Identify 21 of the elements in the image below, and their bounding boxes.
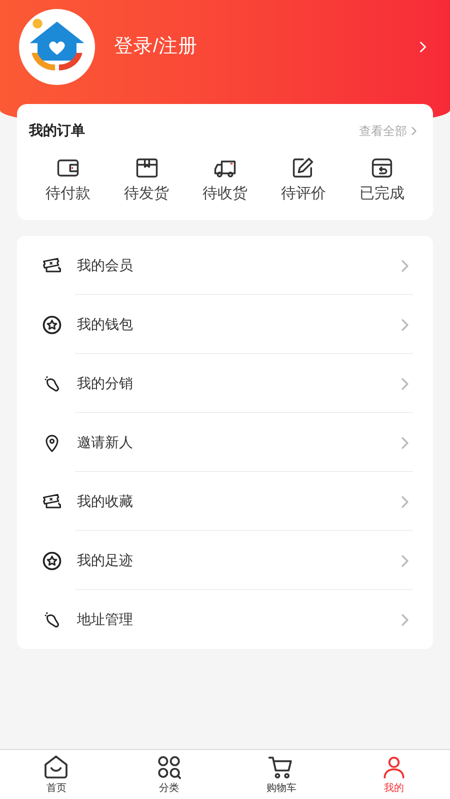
tab-bar-item[interactable]: 我的 bbox=[338, 750, 450, 799]
menu-item[interactable]: 我的分销 bbox=[17, 354, 433, 413]
star-circle-icon bbox=[41, 550, 63, 572]
star-circle-icon bbox=[41, 314, 63, 336]
tab-bar-item[interactable]: 首页 bbox=[0, 750, 112, 799]
menu-item[interactable]: 邀请新人 bbox=[17, 413, 433, 472]
tab-bar-item[interactable]: 购物车 bbox=[225, 750, 338, 799]
tab-bar-item[interactable]: 分类 bbox=[112, 750, 225, 799]
menu-item[interactable]: 我的收藏 bbox=[17, 472, 433, 531]
menu-item[interactable]: 地址管理 bbox=[17, 590, 433, 649]
menu-item[interactable]: 我的钱包 bbox=[17, 295, 433, 354]
menu-item[interactable]: 我的足迹 bbox=[17, 531, 433, 590]
home-icon bbox=[42, 753, 70, 781]
order-status-button[interactable]: 已完成 bbox=[342, 155, 421, 206]
orders-title: 我的订单 bbox=[29, 121, 85, 140]
order-status-button[interactable]: 待发货 bbox=[107, 155, 186, 206]
menu-item[interactable]: 我的会员 bbox=[17, 236, 433, 295]
order-status-button[interactable]: 待评价 bbox=[264, 155, 343, 206]
logo-icon bbox=[18, 8, 96, 86]
order-status-button[interactable]: 待收货 bbox=[186, 155, 264, 206]
order-status-button[interactable]: 待付款 bbox=[29, 155, 108, 206]
